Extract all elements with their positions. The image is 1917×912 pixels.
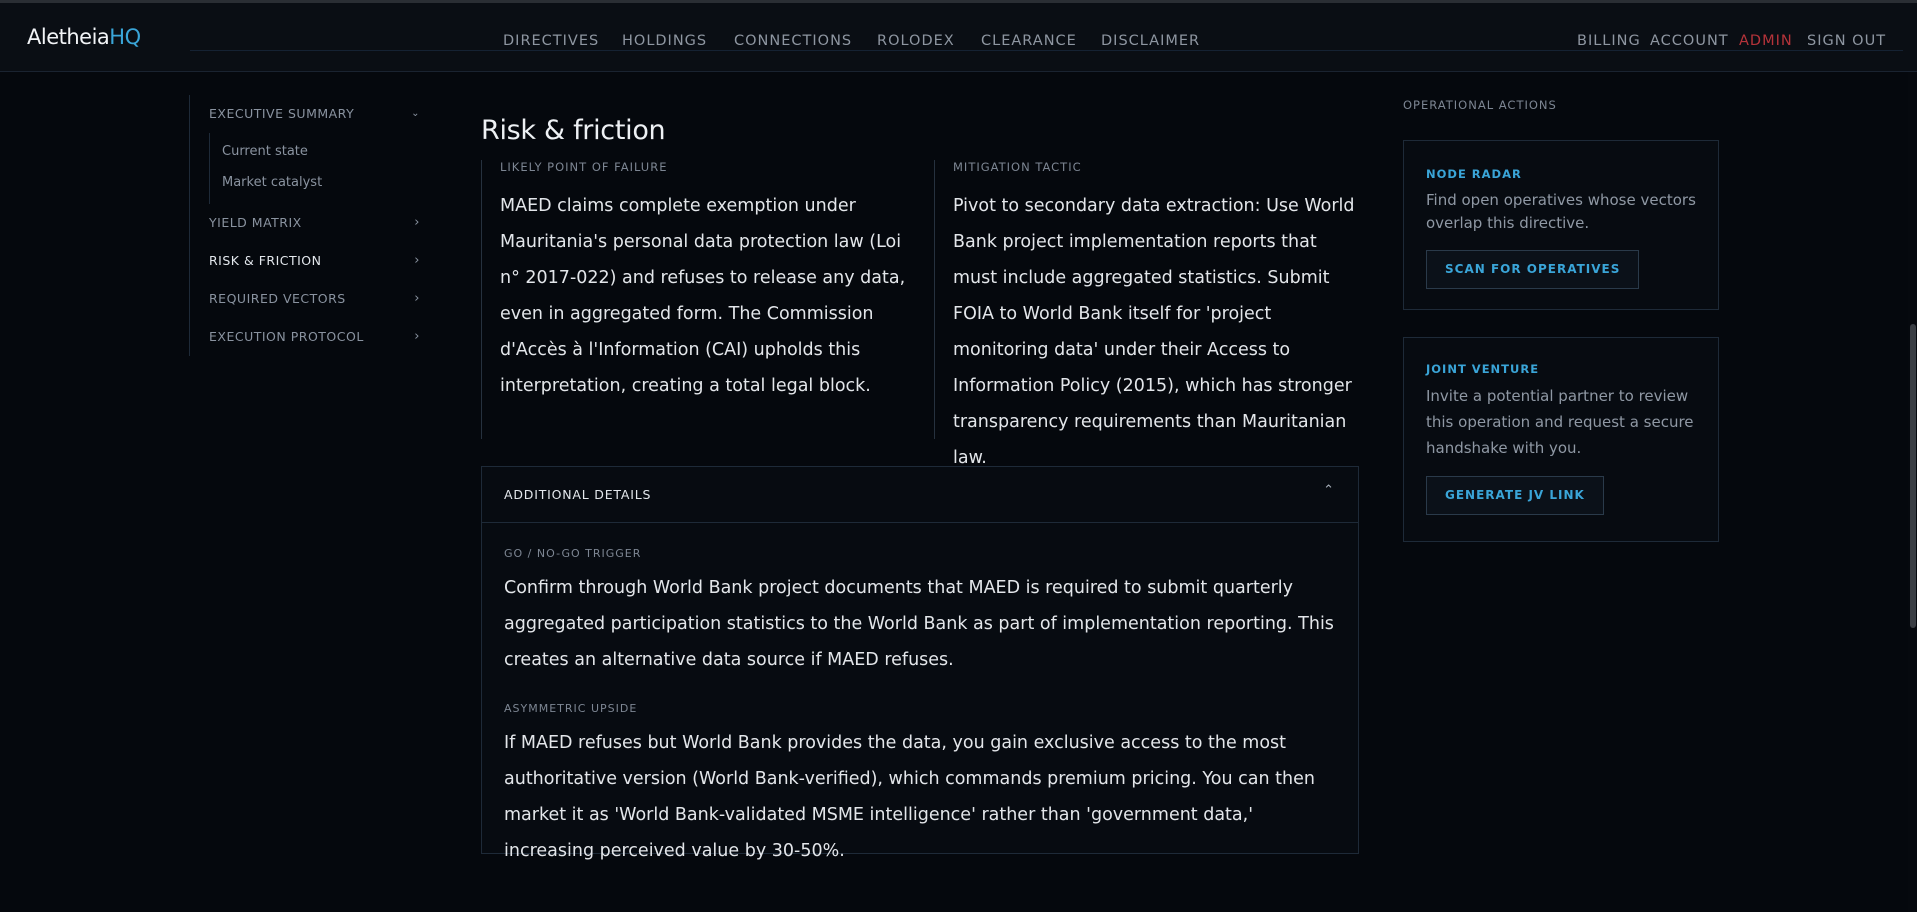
operational-actions-label: OPERATIONAL ACTIONS <box>1403 98 1557 112</box>
upside-section: ASYMMETRIC UPSIDE If MAED refuses but Wo… <box>504 702 1334 869</box>
mitigation-column: MITIGATION TACTIC Pivot to secondary dat… <box>934 160 1364 468</box>
nav-disclaimer[interactable]: DISCLAIMER <box>1101 33 1200 49</box>
nav-directives[interactable]: DIRECTIVES <box>503 33 599 49</box>
sidebar-item-label: REQUIRED VECTORS <box>209 291 346 306</box>
joint-venture-card: JOINT VENTURE Invite a potential partner… <box>1403 337 1719 542</box>
chevron-right-icon: › <box>414 215 420 230</box>
trigger-text: Confirm through World Bank project docum… <box>504 578 1334 670</box>
brand-name: Aletheia <box>27 25 110 49</box>
generate-jv-link-button[interactable]: GENERATE JV LINK <box>1426 476 1604 515</box>
joint-venture-description: Invite a potential partner to review thi… <box>1426 387 1694 457</box>
chevron-up-icon: ⌃ <box>1323 483 1334 498</box>
trigger-label: GO / NO-GO TRIGGER <box>504 547 642 560</box>
sidebar-item-executive-summary[interactable]: EXECUTIVE SUMMARY ⌄ <box>190 95 432 133</box>
additional-details-title: ADDITIONAL DETAILS <box>504 487 652 502</box>
sidebar-item-risk-friction[interactable]: RISK & FRICTION › <box>190 242 432 280</box>
chevron-down-icon: ⌄ <box>411 108 420 119</box>
chevron-right-icon: › <box>414 329 420 344</box>
nav-admin[interactable]: ADMIN <box>1739 33 1793 49</box>
nav-rolodex[interactable]: ROLODEX <box>877 33 955 49</box>
sidebar-item-label: YIELD MATRIX <box>209 215 302 230</box>
failure-column: LIKELY POINT OF FAILURE MAED claims comp… <box>481 160 926 439</box>
mitigation-text: Pivot to secondary data extraction: Use … <box>953 196 1355 468</box>
node-radar-description: Find open operatives whose vectors overl… <box>1426 191 1696 232</box>
sidebar-subitem-current-state[interactable]: Current state <box>210 136 432 167</box>
upside-label: ASYMMETRIC UPSIDE <box>504 702 638 715</box>
joint-venture-title: JOINT VENTURE <box>1426 362 1540 376</box>
additional-details-toggle[interactable]: ADDITIONAL DETAILS ⌃ <box>482 467 1358 523</box>
nav-sign-out[interactable]: SIGN OUT <box>1807 33 1886 49</box>
section-sidebar: EXECUTIVE SUMMARY ⌄ Current state Market… <box>189 95 432 356</box>
page-title: Risk & friction <box>481 115 666 147</box>
additional-details-panel: ADDITIONAL DETAILS ⌃ GO / NO-GO TRIGGER … <box>481 466 1359 861</box>
nav-account[interactable]: ACCOUNT <box>1650 33 1729 49</box>
scan-for-operatives-button[interactable]: SCAN FOR OPERATIVES <box>1426 250 1640 289</box>
trigger-section: GO / NO-GO TRIGGER Confirm through World… <box>504 547 1334 678</box>
upside-text: If MAED refuses but World Bank provides … <box>504 733 1315 861</box>
brand-logo[interactable]: AletheiaHQ <box>27 25 141 49</box>
failure-text: MAED claims complete exemption under Mau… <box>500 196 906 396</box>
node-radar-card: NODE RADAR Find open operatives whose ve… <box>1403 140 1719 310</box>
sidebar-item-label: EXECUTION PROTOCOL <box>209 329 364 344</box>
sidebar-item-label: RISK & FRICTION <box>209 253 322 268</box>
sidebar-item-yield-matrix[interactable]: YIELD MATRIX › <box>190 204 432 242</box>
nav-holdings[interactable]: HOLDINGS <box>622 33 707 49</box>
node-radar-title: NODE RADAR <box>1426 167 1522 181</box>
page-scrollbar[interactable] <box>1908 72 1917 912</box>
brand-accent: HQ <box>109 25 141 49</box>
executive-summary-subsections: Current state Market catalyst <box>209 133 432 204</box>
nav-clearance[interactable]: CLEARANCE <box>981 33 1077 49</box>
failure-label: LIKELY POINT OF FAILURE <box>500 160 668 174</box>
mitigation-label: MITIGATION TACTIC <box>953 160 1082 174</box>
scrollbar-thumb[interactable] <box>1910 324 1916 628</box>
sidebar-item-required-vectors[interactable]: REQUIRED VECTORS › <box>190 280 432 318</box>
nav-billing[interactable]: BILLING <box>1577 33 1641 49</box>
sidebar-item-label: EXECUTIVE SUMMARY <box>209 106 355 121</box>
header-divider <box>190 50 1903 51</box>
top-navigation-bar: AletheiaHQ DIRECTIVES HOLDINGS CONNECTIO… <box>0 0 1917 72</box>
sidebar-item-execution-protocol[interactable]: EXECUTION PROTOCOL › <box>190 318 432 356</box>
sidebar-subitem-market-catalyst[interactable]: Market catalyst <box>210 167 432 198</box>
nav-connections[interactable]: CONNECTIONS <box>734 33 852 49</box>
chevron-right-icon: › <box>414 253 420 268</box>
chevron-right-icon: › <box>414 291 420 306</box>
